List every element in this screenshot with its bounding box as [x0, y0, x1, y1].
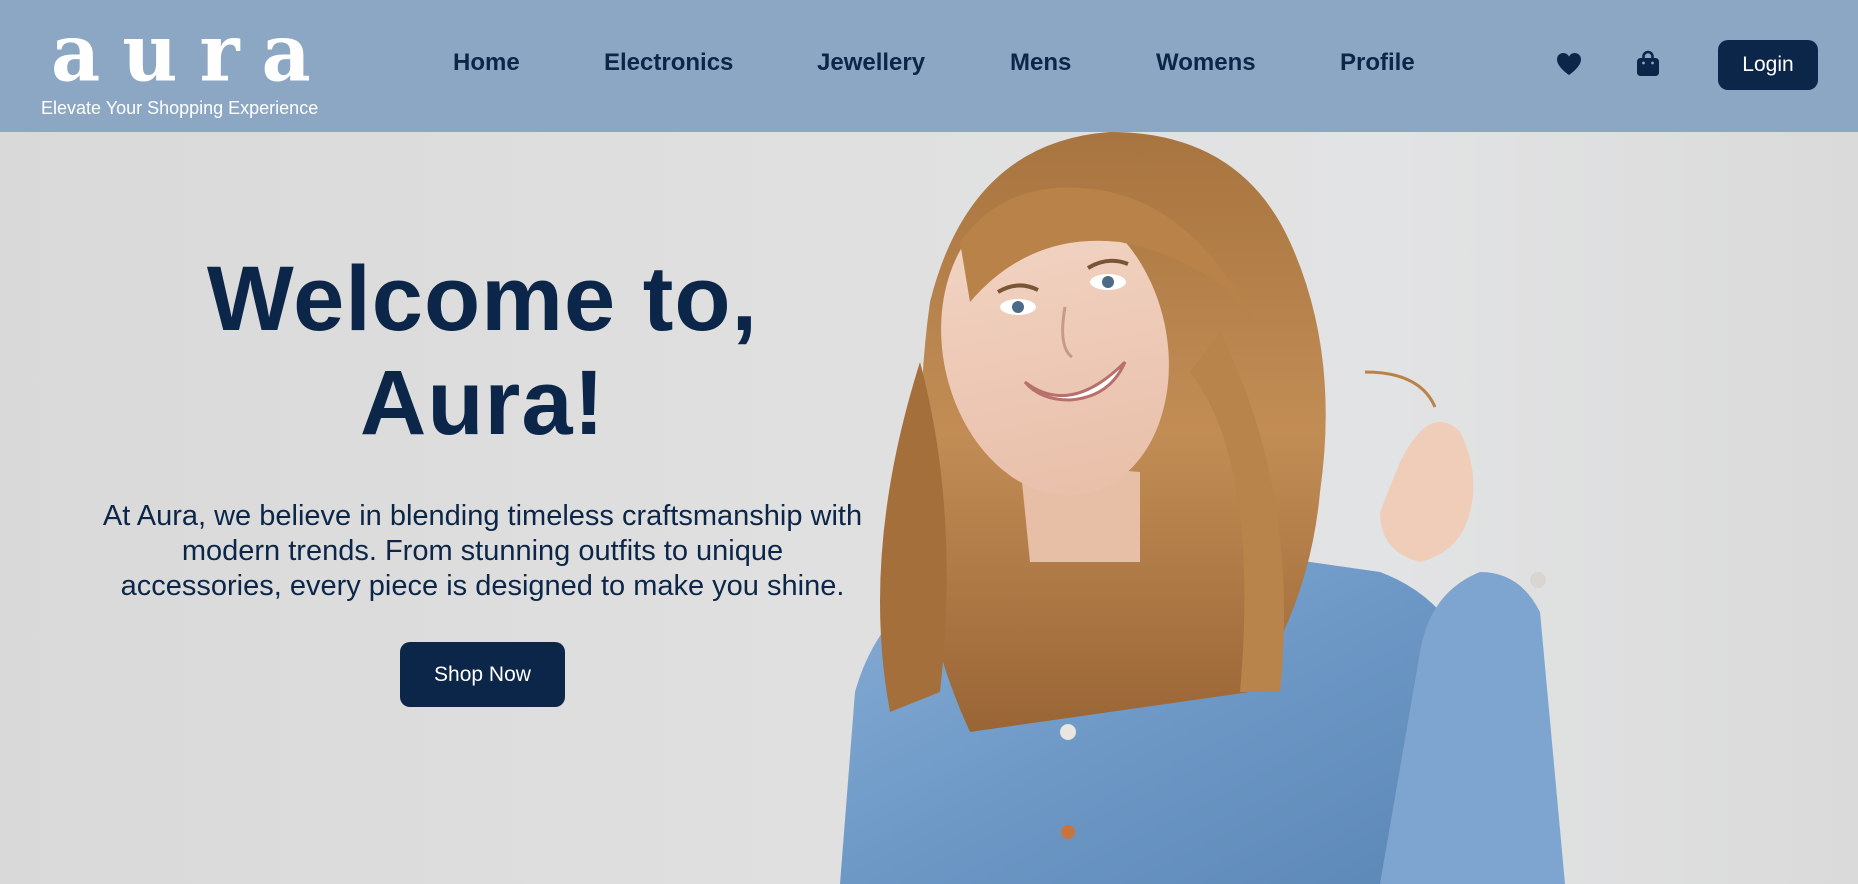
brand-logo[interactable]: aura	[41, 12, 326, 94]
nav-electronics[interactable]: Electronics	[604, 49, 733, 77]
nav-mens[interactable]: Mens	[1010, 49, 1071, 77]
hero-title: Welcome to, Aura!	[80, 247, 885, 455]
nav-womens[interactable]: Womens	[1156, 49, 1256, 77]
nav-home[interactable]: Home	[453, 49, 520, 77]
hero-model-image	[840, 132, 1565, 884]
login-button[interactable]: Login	[1718, 40, 1818, 90]
nav-jewellery[interactable]: Jewellery	[817, 49, 925, 77]
shopping-bag-icon[interactable]	[1636, 49, 1660, 82]
brand-tagline: Elevate Your Shopping Experience	[41, 98, 319, 118]
navbar: aura Elevate Your Shopping Experience Ho…	[0, 0, 1858, 132]
hero-title-line1: Welcome to,	[206, 248, 759, 350]
hero-content: Welcome to, Aura! At Aura, we believe in…	[80, 247, 885, 707]
heart-icon[interactable]	[1555, 51, 1583, 82]
nav-profile[interactable]: Profile	[1340, 49, 1415, 77]
hero-title-line2: Aura!	[359, 352, 606, 454]
shop-now-button[interactable]: Shop Now	[400, 642, 565, 707]
hero-section: Welcome to, Aura! At Aura, we believe in…	[0, 132, 1858, 884]
brand[interactable]: aura Elevate Your Shopping Experience	[41, 12, 326, 119]
hero-description: At Aura, we believe in blending timeless…	[102, 500, 863, 602]
